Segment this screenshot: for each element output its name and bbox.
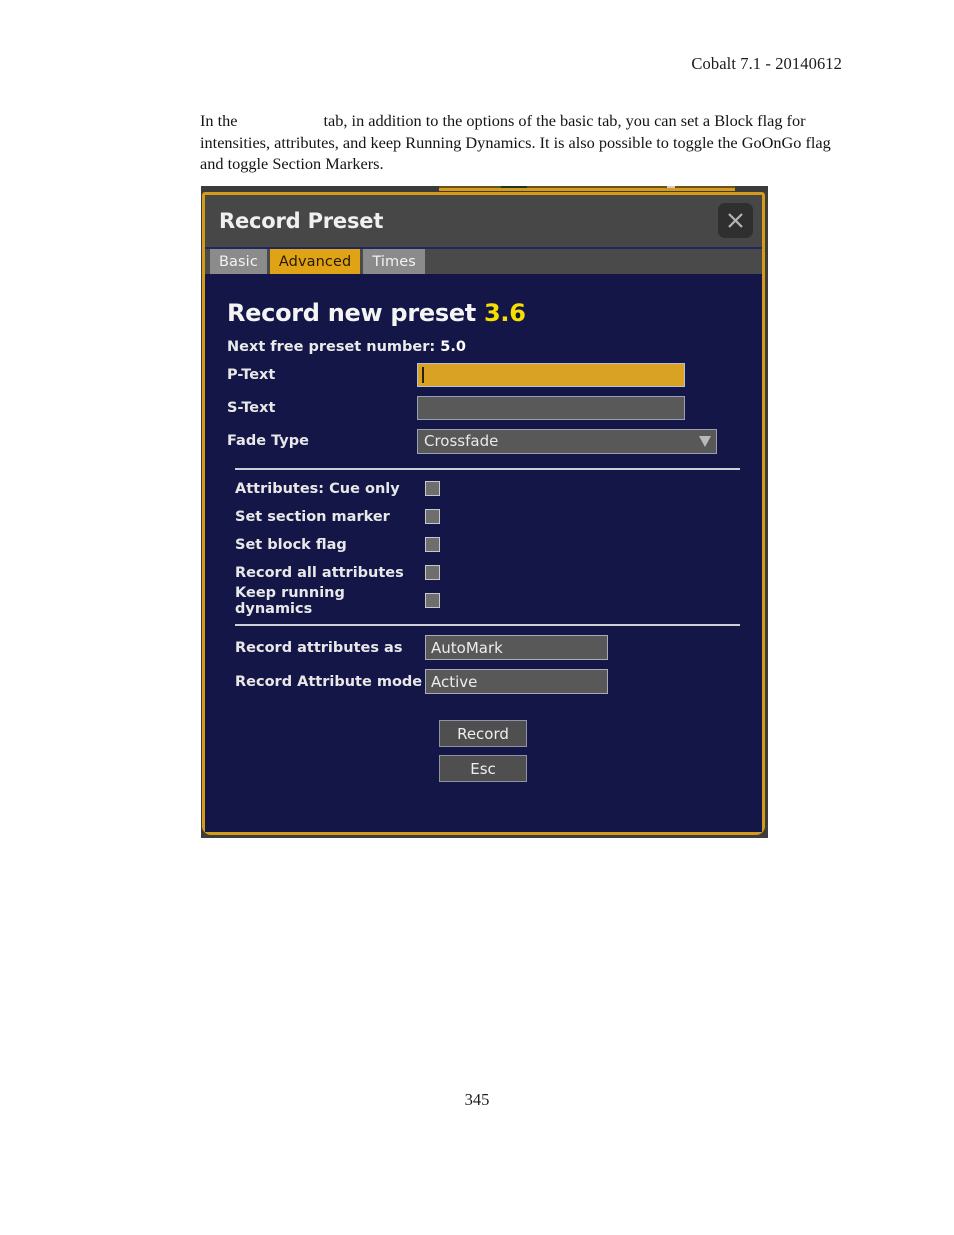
document-running-header: Cobalt 7.1 - 20140612 xyxy=(691,54,842,73)
record-attribute-mode-value-box[interactable]: Active xyxy=(425,669,608,694)
checkbox-label-record-all-attributes: Record all attributes xyxy=(235,564,404,581)
fade-type-label: Fade Type xyxy=(227,433,309,449)
tab-advanced[interactable]: Advanced xyxy=(269,249,361,274)
checkbox-attributes-cue-only[interactable] xyxy=(425,481,440,496)
checkbox-label-attributes-cue-only: Attributes: Cue only xyxy=(235,480,400,497)
chevron-down-icon xyxy=(699,435,711,447)
next-free-preset-label: Next free preset number: xyxy=(227,339,436,355)
p-text-input[interactable] xyxy=(417,363,685,387)
s-text-label: S-Text xyxy=(227,400,276,416)
divider-bottom xyxy=(235,624,740,626)
selector-row-record-attribute-mode: Record Attribute mode Active xyxy=(227,669,740,694)
checkbox-row-set-block-flag[interactable]: Set block flag xyxy=(227,535,740,554)
checkbox-row-attributes-cue-only[interactable]: Attributes: Cue only xyxy=(227,479,740,498)
dialog-heading: Record new preset 3.6 xyxy=(227,299,740,327)
text-caret xyxy=(422,367,424,383)
esc-button[interactable]: Esc xyxy=(439,755,527,782)
tab-basic-label: Basic xyxy=(219,253,258,270)
tab-advanced-label: Advanced xyxy=(278,253,352,270)
dialog-titlebar: Record Preset xyxy=(205,195,762,247)
checkbox-set-section-marker[interactable] xyxy=(425,509,440,524)
body-paragraph: In the tab, in addition to the options of… xyxy=(200,110,848,175)
dialog-heading-number: 3.6 xyxy=(484,299,526,327)
tab-times-label: Times xyxy=(372,253,416,270)
record-preset-dialog: Record Preset Basic Advanced Times Recor… xyxy=(202,192,765,835)
close-icon xyxy=(725,210,746,231)
selector-row-record-attributes-as: Record attributes as AutoMark xyxy=(227,635,740,660)
fade-type-value: Crossfade xyxy=(424,432,499,450)
body-text-before-gap: In the xyxy=(200,111,238,130)
tab-basic[interactable]: Basic xyxy=(210,249,267,274)
record-attribute-mode-value: Active xyxy=(431,672,478,691)
record-attributes-as-label: Record attributes as xyxy=(235,639,403,656)
next-free-preset-value: 5.0 xyxy=(440,339,466,355)
record-attributes-as-value-box[interactable]: AutoMark xyxy=(425,635,608,660)
record-attribute-mode-label: Record Attribute mode xyxy=(235,673,423,690)
dialog-body: Record new preset 3.6 Next free preset n… xyxy=(205,274,762,832)
divider-top xyxy=(235,468,740,470)
embedded-screenshot: Record Preset Basic Advanced Times Recor… xyxy=(201,186,768,838)
dialog-title: Record Preset xyxy=(219,209,384,233)
field-row-p-text: P-Text xyxy=(227,362,740,388)
record-attributes-as-value: AutoMark xyxy=(431,638,503,657)
dialog-tabstrip: Basic Advanced Times xyxy=(205,247,762,274)
dialog-heading-text: Record new preset xyxy=(227,299,476,327)
close-button[interactable] xyxy=(718,203,753,238)
checkbox-keep-running-dynamics[interactable] xyxy=(425,593,440,608)
record-button-label: Record xyxy=(457,724,509,743)
page-number: 345 xyxy=(464,1090,490,1109)
field-row-fade-type: Fade Type Crossfade xyxy=(227,428,740,454)
esc-button-label: Esc xyxy=(470,759,496,778)
checkbox-row-record-all-attributes[interactable]: Record all attributes xyxy=(227,563,740,582)
field-row-s-text: S-Text xyxy=(227,395,740,421)
checkbox-label-set-block-flag: Set block flag xyxy=(235,536,347,553)
s-text-input[interactable] xyxy=(417,396,685,420)
record-button[interactable]: Record xyxy=(439,720,527,747)
checkbox-row-set-section-marker[interactable]: Set section marker xyxy=(227,507,740,526)
fade-type-dropdown[interactable]: Crossfade xyxy=(417,428,717,454)
checkbox-record-all-attributes[interactable] xyxy=(425,565,440,580)
checkbox-row-keep-running-dynamics[interactable]: Keep running dynamics xyxy=(227,585,740,617)
dialog-button-stack: Record Esc xyxy=(439,720,740,782)
checkbox-label-set-section-marker: Set section marker xyxy=(235,508,390,525)
background-sliver-rule xyxy=(439,188,735,191)
checkbox-label-keep-running-dynamics: Keep running dynamics xyxy=(235,584,345,617)
checkbox-set-block-flag[interactable] xyxy=(425,537,440,552)
next-free-preset-line: Next free preset number: 5.0 xyxy=(227,339,740,355)
p-text-label: P-Text xyxy=(227,367,276,383)
tab-times[interactable]: Times xyxy=(363,249,425,274)
body-text-after-gap: tab, in addition to the options of the b… xyxy=(200,111,831,173)
